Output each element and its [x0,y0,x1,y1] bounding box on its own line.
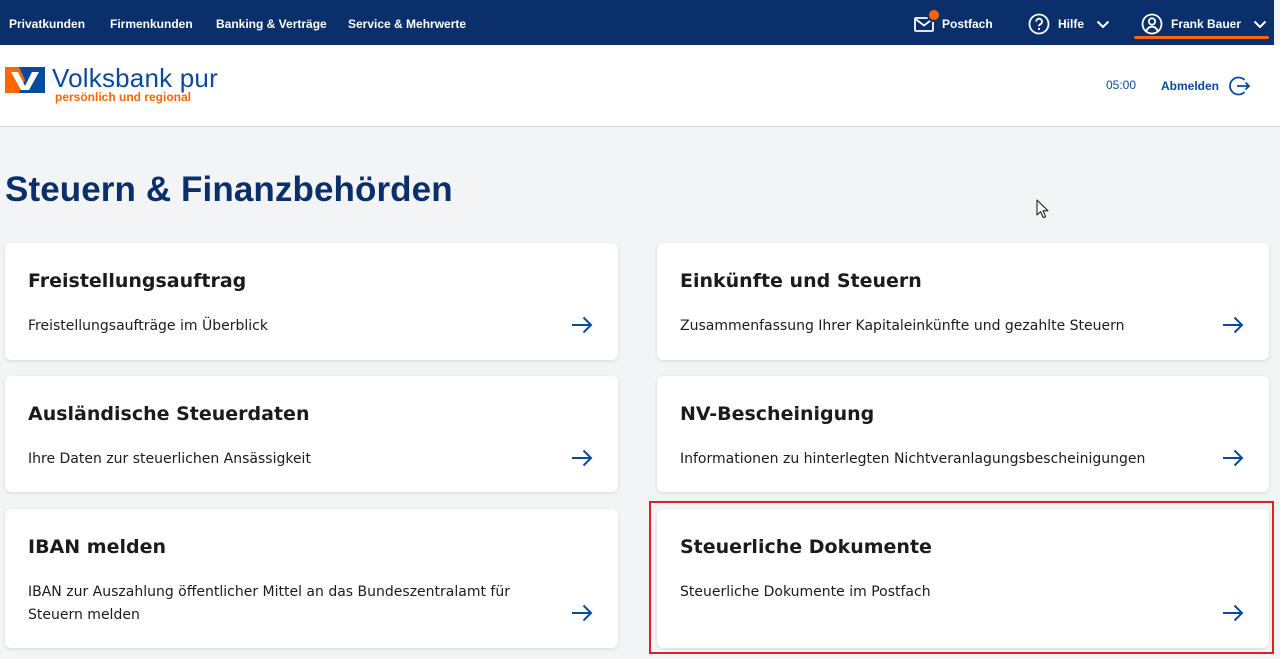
card-description: Zusammenfassung Ihrer Kapitaleinkünfte u… [680,318,1125,334]
volksbank-logo-icon[interactable] [5,67,45,93]
chevron-down-icon [1096,20,1110,29]
user-circle-icon [1141,13,1163,35]
card-description: IBAN zur Auszahlung öffentlicher Mittel … [28,584,510,623]
card-description: Informationen zu hinterlegten Nichtveran… [680,451,1146,467]
mail-icon [914,8,941,33]
user-menu[interactable]: Frank Bauer [1141,12,1267,36]
card-iban-melden[interactable]: IBAN melden IBAN zur Auszahlung öffentli… [5,509,618,648]
card-title: Ausländische Steuerdaten [28,403,310,425]
page-title: Steuern & Finanzbehörden [5,170,453,209]
arrow-right-icon [572,316,593,334]
top-navigation: Privatkunden Firmenkunden Banking & Vert… [0,0,1274,45]
card-einkuenfte-und-steuern[interactable]: Einkünfte und Steuern Zusammenfassung Ih… [657,243,1269,360]
card-description: Freistellungsaufträge im Überblick [28,318,268,334]
hilfe-menu[interactable]: Hilfe [1028,12,1110,36]
card-nv-bescheinigung[interactable]: NV-Bescheinigung Informationen zu hinter… [657,376,1269,492]
session-timer: 05:00 [1106,78,1137,92]
arrow-right-icon [1223,449,1244,467]
site-header: Volksbank pur persönlich und regional 05… [0,45,1280,127]
logout-icon [1219,75,1251,97]
logout-label: Abmelden [1161,79,1220,93]
card-auslaendische-steuerdaten[interactable]: Ausländische Steuerdaten Ihre Daten zur … [5,376,618,492]
user-name: Frank Bauer [1171,17,1242,31]
card-freistellungsauftrag[interactable]: Freistellungsauftrag Freistellungsaufträ… [5,243,618,360]
arrow-right-icon [1223,316,1244,334]
card-title: IBAN melden [28,536,166,558]
card-title: Steuerliche Dokumente [680,536,932,558]
mouse-cursor-icon [1036,199,1049,219]
hilfe-label: Hilfe [1058,17,1085,31]
user-menu-underline [1134,36,1269,39]
nav-firmenkunden[interactable]: Firmenkunden [110,17,193,31]
notification-badge [927,8,941,22]
nav-privatkunden[interactable]: Privatkunden [9,17,85,31]
postfach-button[interactable]: Postfach [914,8,993,36]
arrow-right-icon [572,449,593,467]
logout-button[interactable]: Abmelden [1161,75,1251,97]
arrow-right-icon [1223,604,1244,622]
card-steuerliche-dokumente[interactable]: Steuerliche Dokumente Steuerliche Dokume… [657,509,1269,648]
postfach-label: Postfach [942,17,993,31]
help-circle-icon [1028,13,1050,35]
logo-tagline: persönlich und regional [55,90,192,104]
card-title: Einkünfte und Steuern [680,270,922,292]
card-description: Ihre Daten zur steuerlichen Ansässigkeit [28,451,311,467]
nav-banking-vertraege[interactable]: Banking & Verträge [216,17,327,31]
card-title: NV-Bescheinigung [680,403,875,425]
chevron-down-icon [1253,20,1267,29]
card-title: Freistellungsauftrag [28,270,247,292]
card-description: Steuerliche Dokumente im Postfach [680,584,931,600]
arrow-right-icon [572,604,593,622]
nav-service-mehrwerte[interactable]: Service & Mehrwerte [348,17,466,31]
